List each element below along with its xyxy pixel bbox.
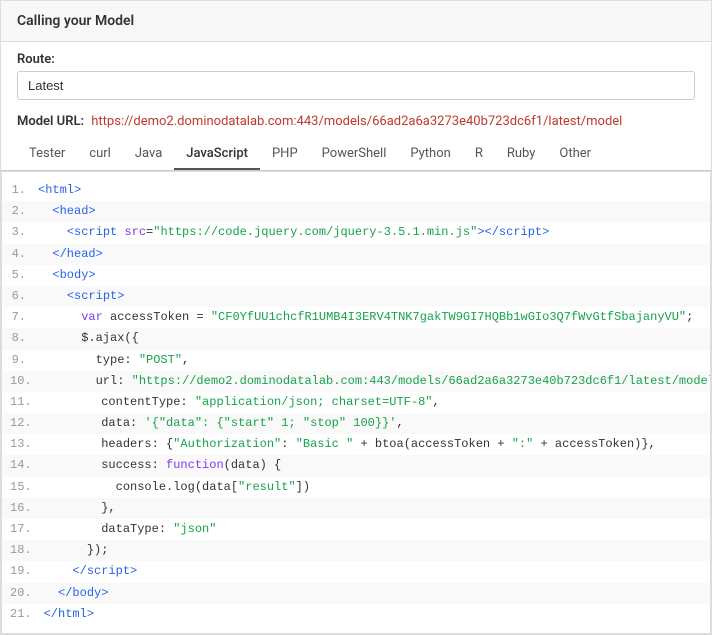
line-number: 6. — [2, 287, 38, 306]
line-number: 7. — [2, 308, 38, 327]
line-number: 3. — [2, 223, 38, 242]
code-line: 16. }, — [2, 498, 710, 519]
model-url-label: Model URL: — [17, 114, 84, 129]
line-number: 9. — [2, 351, 38, 370]
code-container: 1. <html> 2. <head> 3. <script src="http… — [1, 171, 711, 634]
line-number: 8. — [2, 329, 38, 348]
line-number: 5. — [2, 266, 38, 285]
code-line: 1. <html> — [2, 180, 710, 201]
model-url-row: Model URL: https://demo2.dominodatalab.c… — [1, 110, 711, 139]
line-content: </head> — [38, 245, 710, 264]
line-content: contentType: "application/json; charset=… — [44, 393, 710, 412]
line-content: <script> — [38, 287, 710, 306]
line-number: 19. — [2, 562, 44, 581]
line-content: $.ajax({ — [38, 329, 710, 348]
model-url-link[interactable]: https://demo2.dominodatalab.com:443/mode… — [91, 114, 622, 129]
code-line: 19. </script> — [2, 561, 710, 582]
line-number: 2. — [2, 202, 38, 221]
code-line: 15. console.log(data["result"]) — [2, 477, 710, 498]
line-number: 1. — [2, 181, 38, 200]
page-header: Calling your Model — [1, 1, 711, 42]
tab-java[interactable]: Java — [123, 139, 174, 170]
code-line: 10. url: "https://demo2.dominodatalab.co… — [2, 371, 710, 392]
line-content: </html> — [44, 605, 710, 624]
line-number: 10. — [2, 372, 38, 391]
line-content: dataType: "json" — [44, 520, 710, 539]
tab-ruby[interactable]: Ruby — [495, 139, 548, 170]
code-line: 14. success: function(data) { — [2, 455, 710, 476]
tab-curl[interactable]: curl — [77, 139, 123, 170]
code-line: 18. }); — [2, 540, 710, 561]
code-line: 11. contentType: "application/json; char… — [2, 392, 710, 413]
line-content: <script src="https://code.jquery.com/jqu… — [38, 223, 710, 242]
line-content: var accessToken = "CF0YfUU1chcfR1UMB4I3E… — [38, 308, 710, 327]
route-section: Route: — [1, 42, 711, 110]
code-line: 13. headers: {"Authorization": "Basic " … — [2, 434, 710, 455]
line-content: console.log(data["result"]) — [44, 478, 710, 497]
tab-tester[interactable]: Tester — [17, 139, 77, 170]
line-content: }, — [44, 499, 710, 518]
line-content: <head> — [38, 202, 710, 221]
tab-powershell[interactable]: PowerShell — [310, 139, 399, 170]
line-content: success: function(data) { — [44, 456, 710, 475]
line-number: 20. — [2, 584, 44, 603]
line-content: url: "https://demo2.dominodatalab.com:44… — [38, 372, 711, 391]
line-number: 13. — [2, 435, 44, 454]
line-number: 16. — [2, 499, 44, 518]
route-input[interactable] — [17, 71, 695, 100]
code-line: 9. type: "POST", — [2, 350, 710, 371]
code-line: 21. </html> — [2, 604, 710, 625]
tab-php[interactable]: PHP — [260, 139, 310, 170]
line-number: 11. — [2, 393, 44, 412]
tabs-container: Tester curl Java JavaScript PHP PowerShe… — [1, 139, 711, 171]
line-number: 15. — [2, 478, 44, 497]
line-number: 21. — [2, 605, 44, 624]
code-line: 8. $.ajax({ — [2, 328, 710, 349]
line-number: 4. — [2, 245, 38, 264]
line-number: 12. — [2, 414, 44, 433]
line-number: 17. — [2, 520, 44, 539]
line-content: headers: {"Authorization": "Basic " + bt… — [44, 435, 710, 454]
tab-r[interactable]: R — [463, 139, 495, 170]
line-content: </script> — [44, 562, 710, 581]
code-line: 17. dataType: "json" — [2, 519, 710, 540]
tab-javascript[interactable]: JavaScript — [174, 139, 260, 170]
route-label: Route: — [17, 52, 695, 67]
line-content: }); — [44, 541, 710, 560]
code-line: 2. <head> — [2, 201, 710, 222]
code-line: 3. <script src="https://code.jquery.com/… — [2, 222, 710, 243]
line-number: 18. — [2, 541, 44, 560]
code-line: 5. <body> — [2, 265, 710, 286]
tab-other[interactable]: Other — [547, 139, 603, 170]
line-number: 14. — [2, 456, 44, 475]
code-line: 4. </head> — [2, 244, 710, 265]
line-content: type: "POST", — [38, 351, 710, 370]
tab-python[interactable]: Python — [398, 139, 462, 170]
code-line: 6. <script> — [2, 286, 710, 307]
code-line: 12. data: '{"data": {"start" 1; "stop" 1… — [2, 413, 710, 434]
page-title: Calling your Model — [17, 13, 134, 29]
code-line: 7. var accessToken = "CF0YfUU1chcfR1UMB4… — [2, 307, 710, 328]
code-line: 20. </body> — [2, 583, 710, 604]
line-content: data: '{"data": {"start" 1; "stop" 100}}… — [44, 414, 710, 433]
line-content: <html> — [38, 181, 710, 200]
line-content: <body> — [38, 266, 710, 285]
line-content: </body> — [44, 584, 710, 603]
